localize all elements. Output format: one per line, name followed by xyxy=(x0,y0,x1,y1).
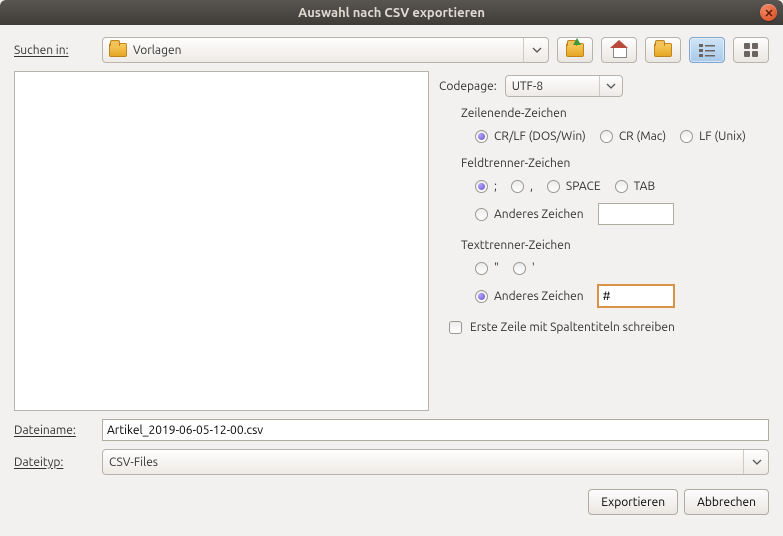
text-separator-group: Texttrenner-Zeichen " ' Anderes Zeichen xyxy=(451,239,769,307)
grid-view-icon xyxy=(744,43,758,57)
filename-row: Dateiname: xyxy=(14,419,769,441)
field-other-input[interactable] xyxy=(598,203,674,225)
radio-icon xyxy=(615,180,628,193)
codepage-label: Codepage: xyxy=(439,80,497,93)
filetype-row: Dateityp: CSV-Files xyxy=(14,449,769,475)
field-separator-label: Feldtrenner-Zeichen xyxy=(461,157,769,170)
radio-icon xyxy=(475,208,488,221)
grid-view-button[interactable] xyxy=(733,37,769,63)
filetype-value: CSV-Files xyxy=(109,456,158,469)
radio-crlf[interactable]: CR/LF (DOS/Win) xyxy=(475,130,586,143)
filename-input[interactable] xyxy=(102,419,769,441)
radio-icon xyxy=(475,290,488,303)
cancel-button[interactable]: Abbrechen xyxy=(684,489,769,515)
line-ending-label: Zeilenende-Zeichen xyxy=(461,107,769,120)
radio-icon xyxy=(600,130,613,143)
list-view-button[interactable] xyxy=(689,37,725,63)
chevron-down-icon xyxy=(743,450,762,474)
radio-icon xyxy=(680,130,693,143)
new-folder-button[interactable] xyxy=(645,37,681,63)
file-list[interactable] xyxy=(14,71,429,411)
radio-field-other[interactable]: Anderes Zeichen xyxy=(475,208,584,221)
radio-icon xyxy=(511,180,524,193)
export-button[interactable]: Exportieren xyxy=(588,489,678,515)
radio-lf[interactable]: LF (Unix) xyxy=(680,130,746,143)
folder-icon xyxy=(109,43,127,57)
radio-icon xyxy=(547,180,560,193)
checkbox-icon xyxy=(449,321,462,334)
radio-icon xyxy=(475,180,488,193)
radio-tab[interactable]: TAB xyxy=(615,180,655,193)
titlebar: Auswahl nach CSV exportieren xyxy=(0,0,783,25)
folder-up-icon xyxy=(566,43,584,57)
search-in-row: Suchen in: Vorlagen xyxy=(14,37,769,63)
radio-semicolon[interactable]: ; xyxy=(475,180,497,193)
window-title: Auswahl nach CSV exportieren xyxy=(298,6,485,20)
filetype-label: Dateityp: xyxy=(14,456,94,469)
chevron-down-icon xyxy=(523,38,542,62)
radio-icon xyxy=(475,262,488,275)
radio-text-other[interactable]: Anderes Zeichen xyxy=(475,290,584,303)
radio-icon xyxy=(475,130,488,143)
chevron-down-icon xyxy=(599,76,616,96)
radio-single-quote[interactable]: ' xyxy=(513,262,535,275)
line-ending-group: Zeilenende-Zeichen CR/LF (DOS/Win) CR (M… xyxy=(451,107,769,143)
codepage-value: UTF-8 xyxy=(512,80,543,93)
text-separator-label: Texttrenner-Zeichen xyxy=(461,239,769,252)
home-icon xyxy=(611,42,627,58)
radio-cr[interactable]: CR (Mac) xyxy=(600,130,666,143)
filename-label: Dateiname: xyxy=(14,424,94,437)
close-icon[interactable] xyxy=(760,4,777,21)
radio-space[interactable]: SPACE xyxy=(547,180,601,193)
home-button[interactable] xyxy=(601,37,637,63)
search-in-value: Vorlagen xyxy=(133,44,181,57)
radio-double-quote[interactable]: " xyxy=(475,262,499,275)
filetype-combo[interactable]: CSV-Files xyxy=(102,449,769,475)
radio-icon xyxy=(513,262,526,275)
list-view-icon xyxy=(699,43,715,57)
search-in-label: Suchen in: xyxy=(14,44,94,57)
codepage-row: Codepage: UTF-8 xyxy=(439,75,769,97)
folder-up-button[interactable] xyxy=(557,37,593,63)
codepage-combo[interactable]: UTF-8 xyxy=(505,75,623,97)
folder-icon xyxy=(654,43,672,57)
first-row-checkbox-row[interactable]: Erste Zeile mit Spaltentiteln schreiben xyxy=(449,321,769,334)
field-separator-group: Feldtrenner-Zeichen ; , SPACE TAB Andere… xyxy=(451,157,769,225)
text-other-input[interactable] xyxy=(598,285,674,307)
search-in-combo[interactable]: Vorlagen xyxy=(102,37,549,63)
first-row-label: Erste Zeile mit Spaltentiteln schreiben xyxy=(470,321,675,334)
radio-comma[interactable]: , xyxy=(511,180,533,193)
